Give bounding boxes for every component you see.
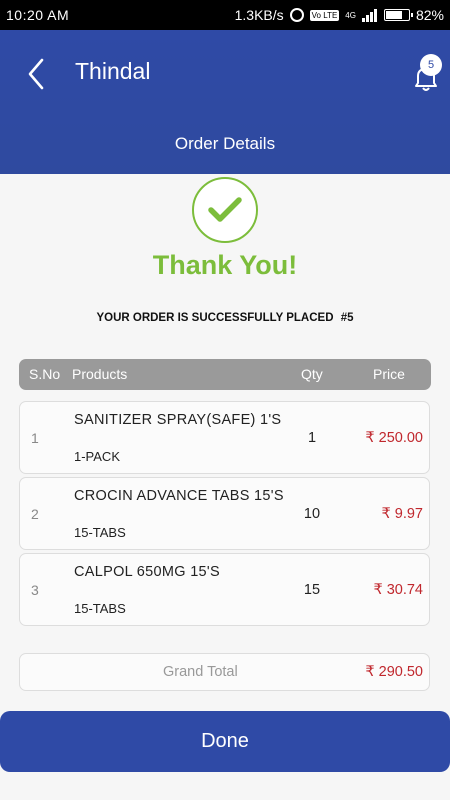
column-header-products: Products [72,366,128,382]
grand-total-label: Grand Total [163,664,238,680]
order-number: #5 [340,312,354,324]
table-row: 2 CROCIN ADVANCE TABS 15'S 15-TABS 10 ₹ … [19,477,430,550]
check-icon [208,197,242,222]
column-header-qty: Qty [301,366,323,382]
done-button[interactable]: Done [0,711,450,772]
row-sno: 1 [31,430,39,446]
app-header: Thindal 5 Order Details [0,30,450,174]
grand-total-row: Grand Total ₹ 290.50 [19,653,430,691]
product-qty: 10 [303,506,321,522]
status-bar: 10:20 AM 1.3KB/s Vo LTE 4G 82% [0,0,450,30]
row-sno: 3 [31,582,39,598]
status-time: 10:20 AM [6,7,70,23]
table-row: 3 CALPOL 650MG 15'S 15-TABS 15 ₹ 30.74 [19,553,430,626]
product-price: ₹ 30.74 [373,582,423,598]
volte-icon: Vo LTE [309,9,340,21]
row-sno: 2 [31,506,39,522]
product-price: ₹ 250.00 [365,430,423,446]
battery-level [385,11,402,19]
column-header-sno: S.No [29,366,61,382]
table-header: S.No Products Qty Price [19,359,431,390]
bottom-strip [0,772,450,800]
notification-badge: 5 [420,54,442,76]
network-type: 4G [345,10,356,20]
notifications-button[interactable]: 5 [408,54,444,92]
product-qty: 1 [307,430,317,446]
product-name: CALPOL 650MG 15'S [74,564,220,580]
product-name: SANITIZER SPRAY(SAFE) 1'S [74,412,282,428]
product-name: CROCIN ADVANCE TABS 15'S [74,488,284,504]
grand-total-value: ₹ 290.50 [365,664,423,680]
success-check-badge [192,177,258,243]
product-pack: 1-PACK [74,449,120,464]
table-row: 1 SANITIZER SPRAY(SAFE) 1'S 1-PACK 1 ₹ 2… [19,401,430,474]
app-title: Thindal [75,58,151,84]
thank-you-heading: Thank You! [152,250,298,280]
order-placed-text: YOUR ORDER IS SUCCESSFULLY PLACED [96,312,334,324]
signal-icon [361,8,378,22]
product-pack: 15-TABS [74,525,126,540]
column-header-price: Price [373,366,405,382]
order-placed-message: YOUR ORDER IS SUCCESSFULLY PLACED #5 [0,312,450,324]
product-price: ₹ 9.97 [381,506,423,522]
net-speed: 1.3KB/s [234,7,284,23]
alarm-icon [289,8,304,22]
battery-percent: 82% [415,7,444,23]
page-title: Order Details [174,134,276,153]
product-pack: 15-TABS [74,601,126,616]
back-button[interactable] [22,56,54,92]
status-indicators: 1.3KB/s Vo LTE 4G 82% [235,7,444,23]
battery-icon [383,9,413,21]
product-qty: 15 [303,582,321,598]
back-arrow-icon [28,58,44,90]
